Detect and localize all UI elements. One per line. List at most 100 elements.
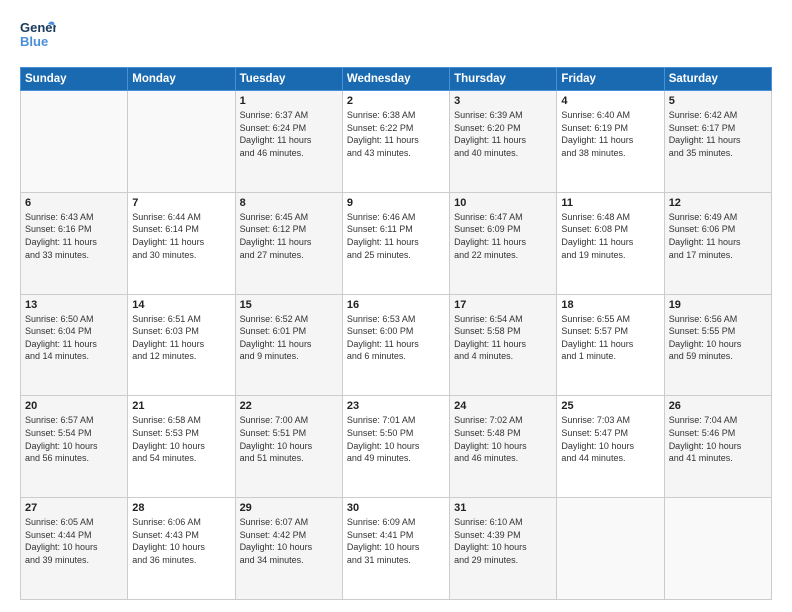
calendar-day-16: 16Sunrise: 6:53 AM Sunset: 6:00 PM Dayli… bbox=[342, 294, 449, 396]
header-saturday: Saturday bbox=[664, 68, 771, 91]
day-info: Sunrise: 6:37 AM Sunset: 6:24 PM Dayligh… bbox=[240, 109, 338, 159]
calendar-day-29: 29Sunrise: 6:07 AM Sunset: 4:42 PM Dayli… bbox=[235, 498, 342, 600]
day-number: 17 bbox=[454, 299, 552, 311]
day-number: 18 bbox=[561, 299, 659, 311]
day-number: 29 bbox=[240, 502, 338, 514]
calendar-day-24: 24 Sunrise: 7:02 AM Sunset: 5:48 PM Dayli… bbox=[450, 396, 557, 498]
calendar-day-23: 23 Sunrise: 7:01 AM Sunset: 5:50 PM Dayli… bbox=[342, 396, 449, 498]
calendar-day-27: 27 Sunrise: 6:05 AM Sunset: 4:44 PM Dayli… bbox=[21, 498, 128, 600]
day-info: Sunrise: 6:40 AM Sunset: 6:19 PM Dayligh… bbox=[561, 109, 659, 159]
day-number: 24 bbox=[454, 400, 552, 412]
day-number: 21 bbox=[132, 400, 230, 412]
calendar-day-1: 1 Sunrise: 6:37 AM Sunset: 6:24 PM Daylig… bbox=[235, 91, 342, 193]
day-info: Sunrise: 7:00 AM Sunset: 5:51 PM Dayligh… bbox=[240, 414, 338, 464]
day-number: 13 bbox=[25, 299, 123, 311]
calendar-day-12: 12Sunrise: 6:49 AM Sunset: 6:06 PM Dayli… bbox=[664, 192, 771, 294]
day-number: 2 bbox=[347, 95, 445, 107]
calendar-day-31: 31 Sunrise: 6:10 AM Sunset: 4:39 PM Dayli… bbox=[450, 498, 557, 600]
calendar-day-13: 13 Sunrise: 6:50 AM Sunset: 6:04 PM Dayli… bbox=[21, 294, 128, 396]
day-info: Sunrise: 7:01 AM Sunset: 5:50 PM Dayligh… bbox=[347, 414, 445, 464]
calendar-week-5: 27 Sunrise: 6:05 AM Sunset: 4:44 PM Dayli… bbox=[21, 498, 772, 600]
day-number: 20 bbox=[25, 400, 123, 412]
calendar-table: SundayMondayTuesdayWednesdayThursdayFrid… bbox=[20, 67, 772, 600]
calendar-day-11: 11 Sunrise: 6:48 AM Sunset: 6:08 PM Dayli… bbox=[557, 192, 664, 294]
day-info: Sunrise: 6:51 AM Sunset: 6:03 PM Dayligh… bbox=[132, 313, 230, 363]
day-info: Sunrise: 6:55 AM Sunset: 5:57 PM Dayligh… bbox=[561, 313, 659, 363]
day-info: Sunrise: 6:58 AM Sunset: 5:53 PM Dayligh… bbox=[132, 414, 230, 464]
day-info: Sunrise: 6:05 AM Sunset: 4:44 PM Dayligh… bbox=[25, 516, 123, 566]
calendar-day-8: 8 Sunrise: 6:45 AM Sunset: 6:12 PM Daylig… bbox=[235, 192, 342, 294]
day-number: 22 bbox=[240, 400, 338, 412]
day-info: Sunrise: 6:47 AM Sunset: 6:09 PM Dayligh… bbox=[454, 211, 552, 261]
day-info: Sunrise: 7:03 AM Sunset: 5:47 PM Dayligh… bbox=[561, 414, 659, 464]
calendar-day-21: 21 Sunrise: 6:58 AM Sunset: 5:53 PM Dayli… bbox=[128, 396, 235, 498]
calendar-week-2: 6 Sunrise: 6:43 AM Sunset: 6:16 PM Daylig… bbox=[21, 192, 772, 294]
day-number: 23 bbox=[347, 400, 445, 412]
day-number: 30 bbox=[347, 502, 445, 514]
day-info: Sunrise: 6:45 AM Sunset: 6:12 PM Dayligh… bbox=[240, 211, 338, 261]
day-number: 26 bbox=[669, 400, 767, 412]
day-number: 4 bbox=[561, 95, 659, 107]
header-wednesday: Wednesday bbox=[342, 68, 449, 91]
calendar-day-5: 5 Sunrise: 6:42 AM Sunset: 6:17 PM Daylig… bbox=[664, 91, 771, 193]
day-info: Sunrise: 7:02 AM Sunset: 5:48 PM Dayligh… bbox=[454, 414, 552, 464]
day-number: 5 bbox=[669, 95, 767, 107]
day-number: 14 bbox=[132, 299, 230, 311]
day-info: Sunrise: 6:57 AM Sunset: 5:54 PM Dayligh… bbox=[25, 414, 123, 464]
calendar-day-7: 7 Sunrise: 6:44 AM Sunset: 6:14 PM Daylig… bbox=[128, 192, 235, 294]
calendar-empty bbox=[557, 498, 664, 600]
calendar-empty bbox=[664, 498, 771, 600]
calendar-day-22: 22 Sunrise: 7:00 AM Sunset: 5:51 PM Dayli… bbox=[235, 396, 342, 498]
header: General Blue bbox=[20, 16, 772, 57]
calendar-day-14: 14 Sunrise: 6:51 AM Sunset: 6:03 PM Dayli… bbox=[128, 294, 235, 396]
header-friday: Friday bbox=[557, 68, 664, 91]
calendar-day-18: 18 Sunrise: 6:55 AM Sunset: 5:57 PM Dayli… bbox=[557, 294, 664, 396]
calendar-day-30: 30Sunrise: 6:09 AM Sunset: 4:41 PM Dayli… bbox=[342, 498, 449, 600]
day-info: Sunrise: 6:48 AM Sunset: 6:08 PM Dayligh… bbox=[561, 211, 659, 261]
day-info: Sunrise: 6:50 AM Sunset: 6:04 PM Dayligh… bbox=[25, 313, 123, 363]
calendar-week-3: 13 Sunrise: 6:50 AM Sunset: 6:04 PM Dayli… bbox=[21, 294, 772, 396]
day-number: 25 bbox=[561, 400, 659, 412]
calendar-day-3: 3 Sunrise: 6:39 AM Sunset: 6:20 PM Daylig… bbox=[450, 91, 557, 193]
day-number: 31 bbox=[454, 502, 552, 514]
day-number: 15 bbox=[240, 299, 338, 311]
calendar-day-2: 2 Sunrise: 6:38 AM Sunset: 6:22 PM Daylig… bbox=[342, 91, 449, 193]
day-number: 6 bbox=[25, 197, 123, 209]
day-info: Sunrise: 7:04 AM Sunset: 5:46 PM Dayligh… bbox=[669, 414, 767, 464]
calendar-day-26: 26 Sunrise: 7:04 AM Sunset: 5:46 PM Dayli… bbox=[664, 396, 771, 498]
calendar-week-1: 1 Sunrise: 6:37 AM Sunset: 6:24 PM Daylig… bbox=[21, 91, 772, 193]
day-info: Sunrise: 6:10 AM Sunset: 4:39 PM Dayligh… bbox=[454, 516, 552, 566]
day-info: Sunrise: 6:44 AM Sunset: 6:14 PM Dayligh… bbox=[132, 211, 230, 261]
logo-icon: General Blue bbox=[20, 16, 56, 52]
day-info: Sunrise: 6:06 AM Sunset: 4:43 PM Dayligh… bbox=[132, 516, 230, 566]
day-info: Sunrise: 6:54 AM Sunset: 5:58 PM Dayligh… bbox=[454, 313, 552, 363]
day-number: 3 bbox=[454, 95, 552, 107]
day-number: 10 bbox=[454, 197, 552, 209]
day-number: 1 bbox=[240, 95, 338, 107]
calendar-day-25: 25 Sunrise: 7:03 AM Sunset: 5:47 PM Dayli… bbox=[557, 396, 664, 498]
day-number: 8 bbox=[240, 197, 338, 209]
day-info: Sunrise: 6:42 AM Sunset: 6:17 PM Dayligh… bbox=[669, 109, 767, 159]
day-number: 16 bbox=[347, 299, 445, 311]
day-info: Sunrise: 6:52 AM Sunset: 6:01 PM Dayligh… bbox=[240, 313, 338, 363]
day-number: 11 bbox=[561, 197, 659, 209]
calendar-header-row: SundayMondayTuesdayWednesdayThursdayFrid… bbox=[21, 68, 772, 91]
header-thursday: Thursday bbox=[450, 68, 557, 91]
day-number: 28 bbox=[132, 502, 230, 514]
calendar-day-10: 10 Sunrise: 6:47 AM Sunset: 6:09 PM Dayli… bbox=[450, 192, 557, 294]
day-number: 12 bbox=[669, 197, 767, 209]
calendar-empty bbox=[21, 91, 128, 193]
svg-text:Blue: Blue bbox=[20, 34, 48, 49]
day-number: 9 bbox=[347, 197, 445, 209]
day-number: 27 bbox=[25, 502, 123, 514]
logo: General Blue bbox=[20, 16, 56, 57]
day-number: 19 bbox=[669, 299, 767, 311]
header-tuesday: Tuesday bbox=[235, 68, 342, 91]
day-info: Sunrise: 6:38 AM Sunset: 6:22 PM Dayligh… bbox=[347, 109, 445, 159]
calendar-empty bbox=[128, 91, 235, 193]
day-info: Sunrise: 6:39 AM Sunset: 6:20 PM Dayligh… bbox=[454, 109, 552, 159]
calendar-day-20: 20 Sunrise: 6:57 AM Sunset: 5:54 PM Dayli… bbox=[21, 396, 128, 498]
day-number: 7 bbox=[132, 197, 230, 209]
day-info: Sunrise: 6:43 AM Sunset: 6:16 PM Dayligh… bbox=[25, 211, 123, 261]
day-info: Sunrise: 6:56 AM Sunset: 5:55 PM Dayligh… bbox=[669, 313, 767, 363]
